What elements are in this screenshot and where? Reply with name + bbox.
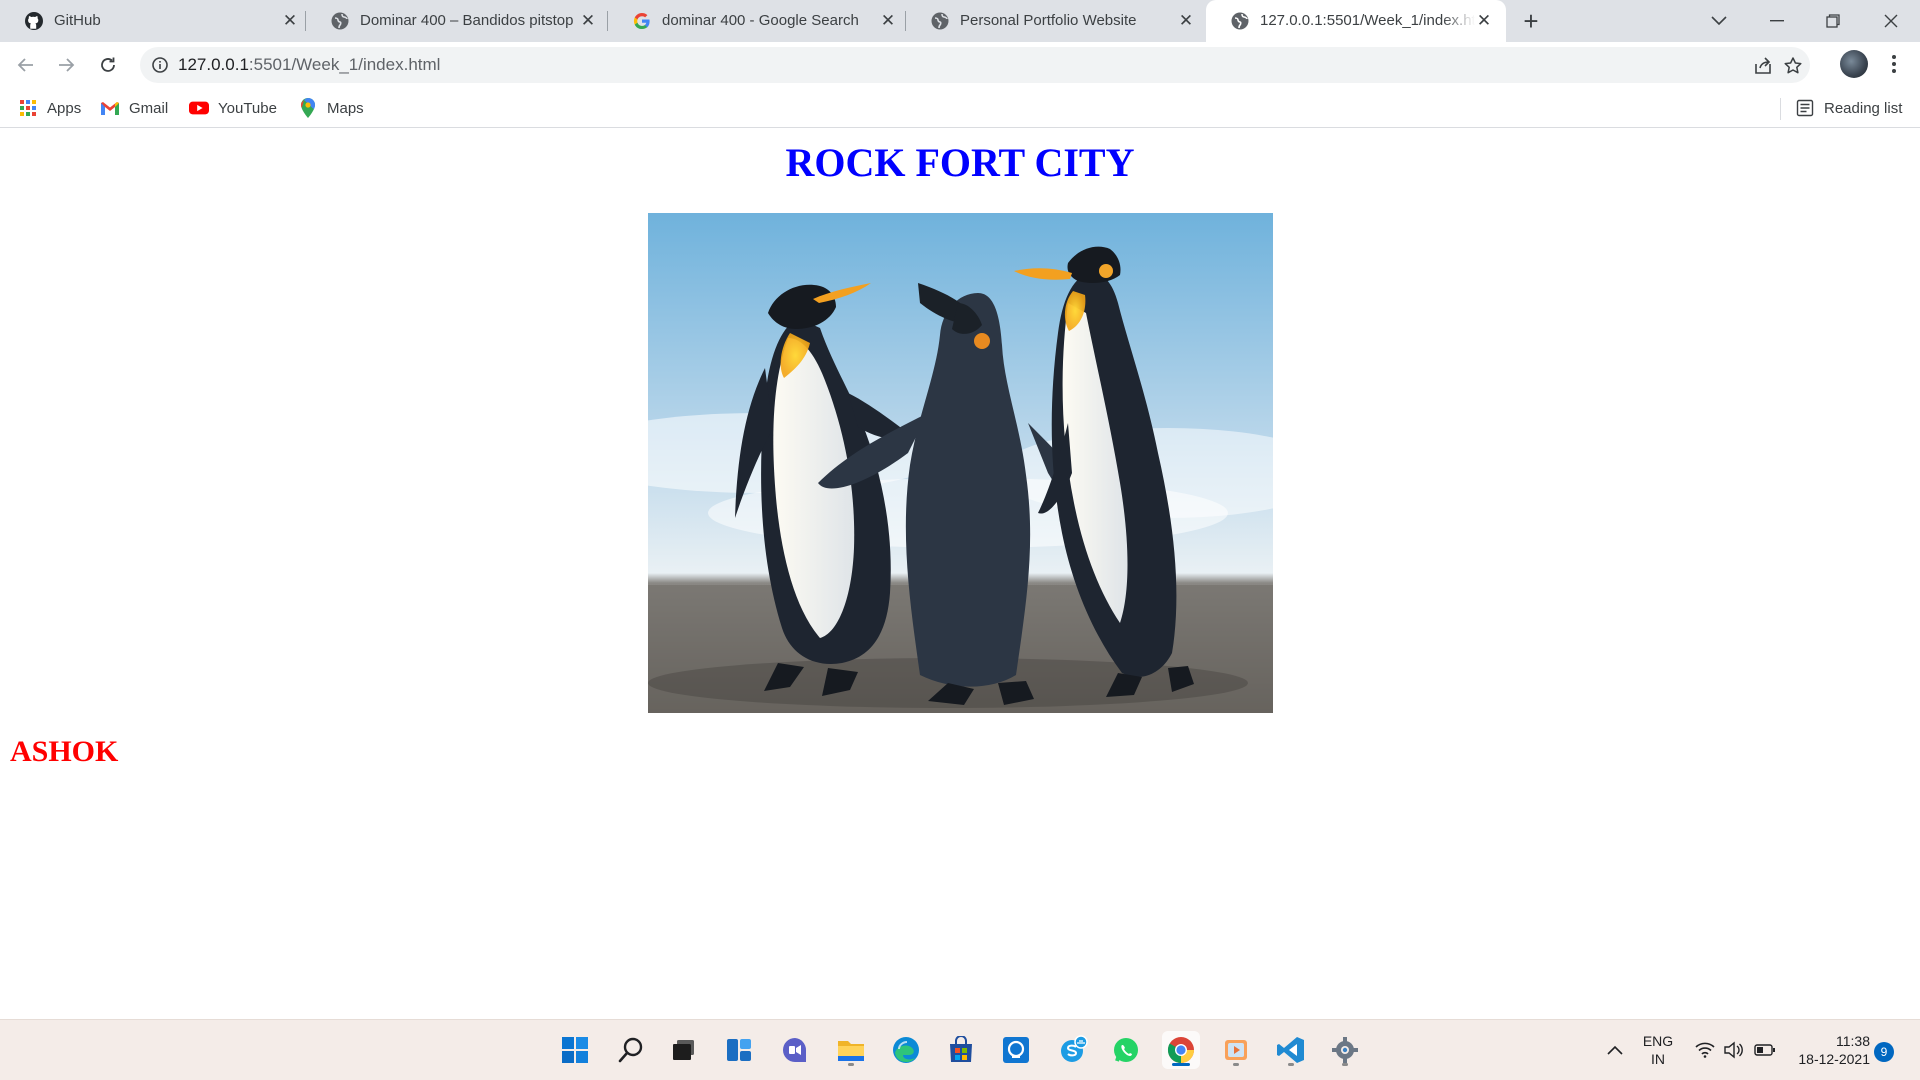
teams-chat-icon[interactable] <box>776 1031 814 1069</box>
gmail-icon <box>100 98 120 118</box>
tab-title: 127.0.0.1:5501/Week_1/index.htm <box>1260 12 1475 29</box>
close-tab-icon[interactable]: ✕ <box>280 11 300 31</box>
tab-dominar-bandidos[interactable]: Dominar 400 – Bandidos pitstop ✕ <box>306 0 608 42</box>
tab-portfolio[interactable]: Personal Portfolio Website ✕ <box>906 0 1204 42</box>
site-info-icon[interactable] <box>150 55 170 75</box>
bookmarks-bar: Apps Gmail YouTube Maps Reading list <box>0 88 1920 128</box>
running-indicator <box>1172 1063 1190 1066</box>
back-icon[interactable] <box>12 51 40 79</box>
close-tab-icon[interactable]: ✕ <box>1176 11 1196 31</box>
microsoft-store-icon[interactable] <box>942 1031 980 1069</box>
bookmark-star-icon[interactable] <box>1782 55 1804 77</box>
volume-icon[interactable] <box>1722 1038 1744 1062</box>
running-indicator <box>1288 1063 1294 1066</box>
penguins-image <box>648 213 1273 713</box>
name-heading: ASHOK <box>10 735 119 768</box>
running-indicator <box>1233 1063 1239 1066</box>
reload-icon[interactable] <box>94 51 122 79</box>
globe-icon <box>330 11 350 31</box>
windows-taskbar: ENG IN 11:38 18-12-2021 9 <box>0 1019 1920 1080</box>
skype-icon[interactable] <box>1054 1031 1092 1069</box>
edge-icon[interactable] <box>887 1031 925 1069</box>
tab-title: GitHub <box>54 12 101 29</box>
tab-strip: GitHub ✕ Dominar 400 – Bandidos pitstop … <box>0 0 1920 42</box>
notification-badge[interactable]: 9 <box>1874 1042 1894 1062</box>
apps-grid-icon <box>18 98 38 118</box>
clock-date: 18-12-2021 <box>1798 1051 1870 1067</box>
vscode-icon[interactable] <box>1272 1031 1310 1069</box>
clock[interactable]: 11:38 18-12-2021 <box>1790 1032 1870 1068</box>
forward-icon[interactable] <box>52 51 80 79</box>
restore-icon[interactable] <box>1818 8 1848 34</box>
chrome-icon[interactable] <box>1162 1031 1200 1069</box>
tab-search-icon[interactable] <box>1704 8 1734 34</box>
github-icon <box>24 11 44 31</box>
bookmark-gmail[interactable]: Gmail <box>100 97 168 119</box>
clock-time: 11:38 <box>1836 1033 1870 1049</box>
tab-title: Dominar 400 – Bandidos pitstop <box>360 12 574 29</box>
bookmark-maps[interactable]: Maps <box>298 97 364 119</box>
close-window-icon[interactable] <box>1876 8 1906 34</box>
bookmark-youtube[interactable]: YouTube <box>189 97 277 119</box>
browser-menu-icon[interactable] <box>1884 52 1904 76</box>
url-text: 127.0.0.1:5501/Week_1/index.html <box>178 55 441 74</box>
bookmark-apps[interactable]: Apps <box>18 97 81 119</box>
app-icon[interactable] <box>997 1031 1035 1069</box>
address-bar[interactable]: 127.0.0.1:5501/Week_1/index.html <box>140 47 1810 83</box>
globe-icon <box>930 11 950 31</box>
bookmarks-divider <box>1780 98 1781 120</box>
reading-list-label: Reading list <box>1824 99 1903 117</box>
search-icon[interactable] <box>612 1031 650 1069</box>
language-indicator[interactable]: ENG IN <box>1640 1032 1676 1068</box>
whatsapp-icon[interactable] <box>1107 1031 1145 1069</box>
minimize-icon[interactable] <box>1762 8 1792 34</box>
bookmark-label: Gmail <box>129 99 169 117</box>
running-indicator <box>1342 1063 1348 1066</box>
maps-pin-icon <box>298 98 318 118</box>
bookmark-label: Apps <box>47 99 82 117</box>
bookmark-label: Maps <box>327 99 364 117</box>
battery-icon[interactable] <box>1752 1038 1778 1062</box>
keyboard-region: IN <box>1651 1051 1665 1067</box>
reading-list-button[interactable]: Reading list <box>1795 97 1902 119</box>
windows-start-icon[interactable] <box>556 1031 594 1069</box>
media-player-icon[interactable] <box>1217 1031 1255 1069</box>
share-icon[interactable] <box>1752 55 1774 77</box>
running-indicator <box>848 1063 854 1066</box>
close-tab-icon[interactable]: ✕ <box>878 11 898 31</box>
task-view-icon[interactable] <box>664 1031 702 1069</box>
tab-title: dominar 400 - Google Search <box>662 12 859 29</box>
file-explorer-icon[interactable] <box>832 1031 870 1069</box>
profile-avatar[interactable] <box>1840 50 1868 78</box>
settings-icon[interactable] <box>1326 1031 1364 1069</box>
youtube-icon <box>189 98 209 118</box>
google-icon <box>632 11 652 31</box>
tab-title: Personal Portfolio Website <box>960 12 1137 29</box>
page-heading: ROCK FORT CITY <box>785 140 1135 185</box>
bookmark-label: YouTube <box>218 99 277 117</box>
show-hidden-icons-chevron-icon[interactable] <box>1604 1038 1626 1062</box>
tab-localhost-active[interactable]: 127.0.0.1:5501/Week_1/index.htm ✕ <box>1206 0 1506 42</box>
new-tab-button[interactable]: + <box>1518 8 1544 34</box>
wifi-icon[interactable] <box>1694 1038 1716 1062</box>
browser-toolbar: 127.0.0.1:5501/Week_1/index.html <box>0 42 1920 88</box>
web-page: ROCK FORT CITY ASHOK <box>0 129 1920 1019</box>
tab-github[interactable]: GitHub ✕ <box>0 0 306 42</box>
close-tab-icon[interactable]: ✕ <box>578 11 598 31</box>
language-code: ENG <box>1642 1033 1674 1049</box>
reading-list-icon <box>1795 98 1815 118</box>
widgets-icon[interactable] <box>720 1031 758 1069</box>
close-tab-icon[interactable]: ✕ <box>1474 11 1494 31</box>
tab-google-search[interactable]: dominar 400 - Google Search ✕ <box>608 0 906 42</box>
globe-icon <box>1230 11 1250 31</box>
